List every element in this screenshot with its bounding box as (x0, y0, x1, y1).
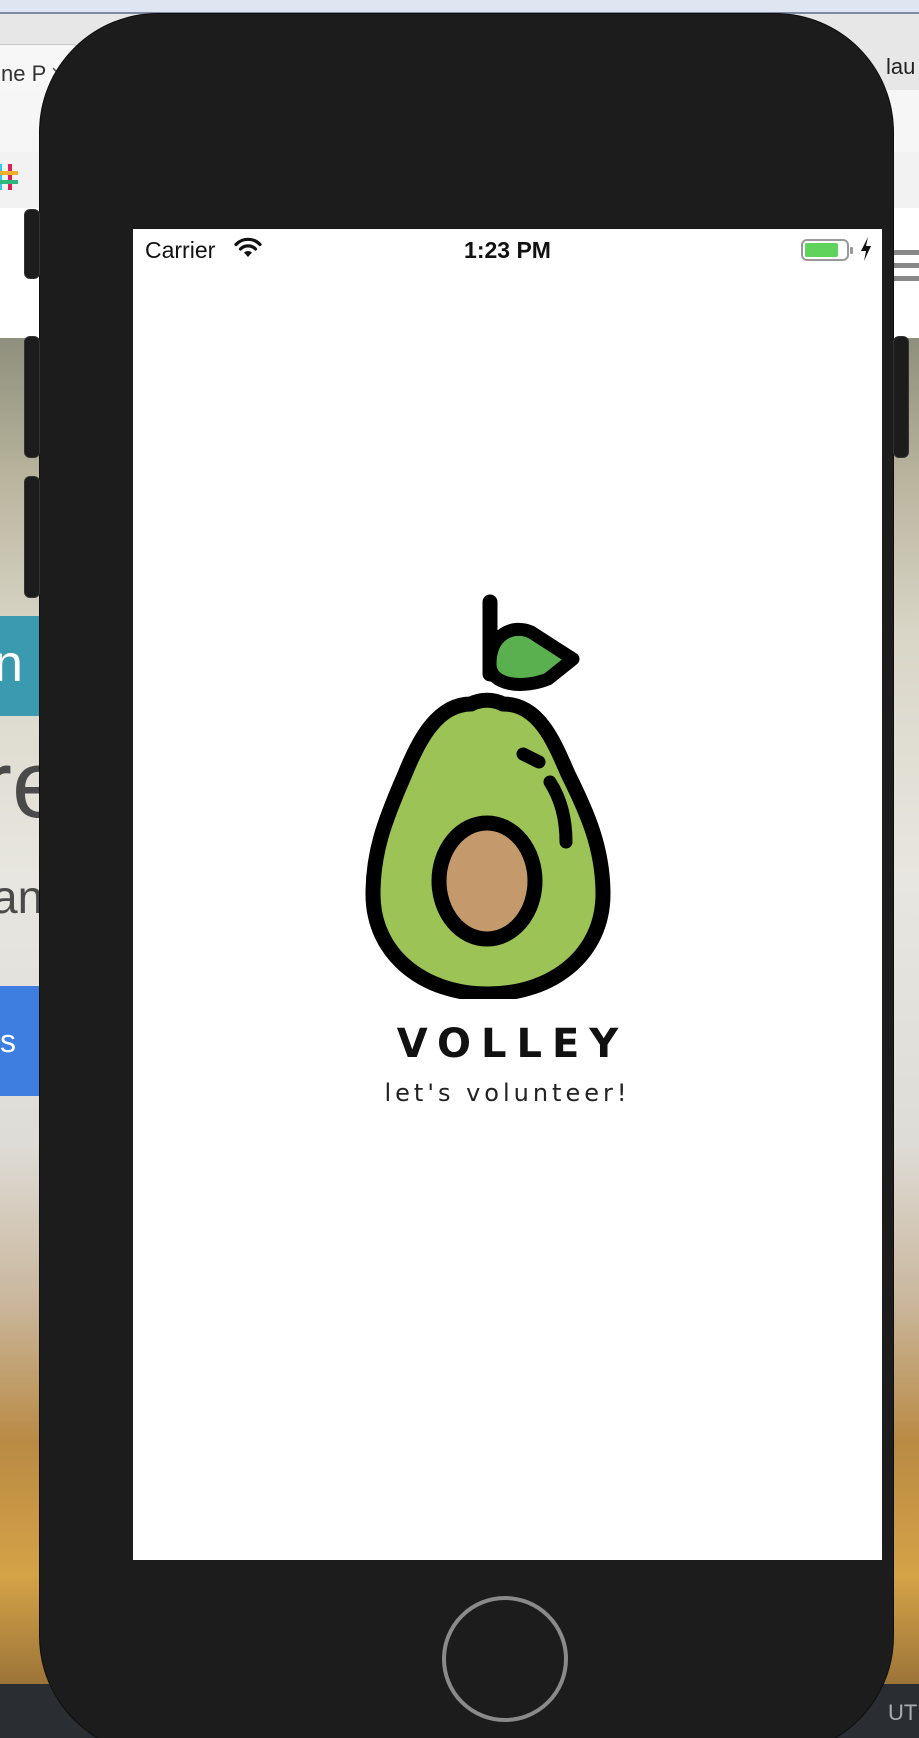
volume-down-button[interactable] (24, 476, 40, 598)
avocado-icon (365, 594, 611, 999)
hamburger-menu-icon[interactable] (892, 250, 919, 289)
volume-up-button[interactable] (24, 336, 40, 458)
app-tagline: let's volunteer! (384, 1079, 631, 1107)
battery-icon (801, 239, 853, 261)
app-title: VOLLEY (396, 1021, 629, 1067)
home-button[interactable] (442, 1596, 568, 1722)
background-subheading: an (0, 871, 44, 923)
background-teal-button[interactable]: n (0, 616, 42, 716)
desktop-screen: ne P × lau n re an s UT Carrier (0, 0, 919, 1738)
iphone-simulator: Carrier 1:23 PM VOLLEY let's volunteer! (24, 14, 909, 1738)
menu-bar-strip (0, 0, 919, 14)
power-button[interactable] (893, 336, 909, 458)
background-bottom-text: UT (888, 1700, 918, 1725)
status-bar: Carrier 1:23 PM (133, 229, 882, 269)
background-blue-button[interactable]: s (0, 986, 42, 1096)
app-screen: Carrier 1:23 PM VOLLEY let's volunteer! (133, 229, 882, 1560)
browser-profile-label[interactable]: lau (886, 54, 915, 80)
status-time: 1:23 PM (464, 237, 551, 263)
charging-bolt-icon (861, 237, 871, 261)
slack-bookmark-icon[interactable] (0, 162, 18, 192)
browser-tab-title: ne P (1, 61, 47, 86)
mute-switch[interactable] (24, 209, 40, 279)
